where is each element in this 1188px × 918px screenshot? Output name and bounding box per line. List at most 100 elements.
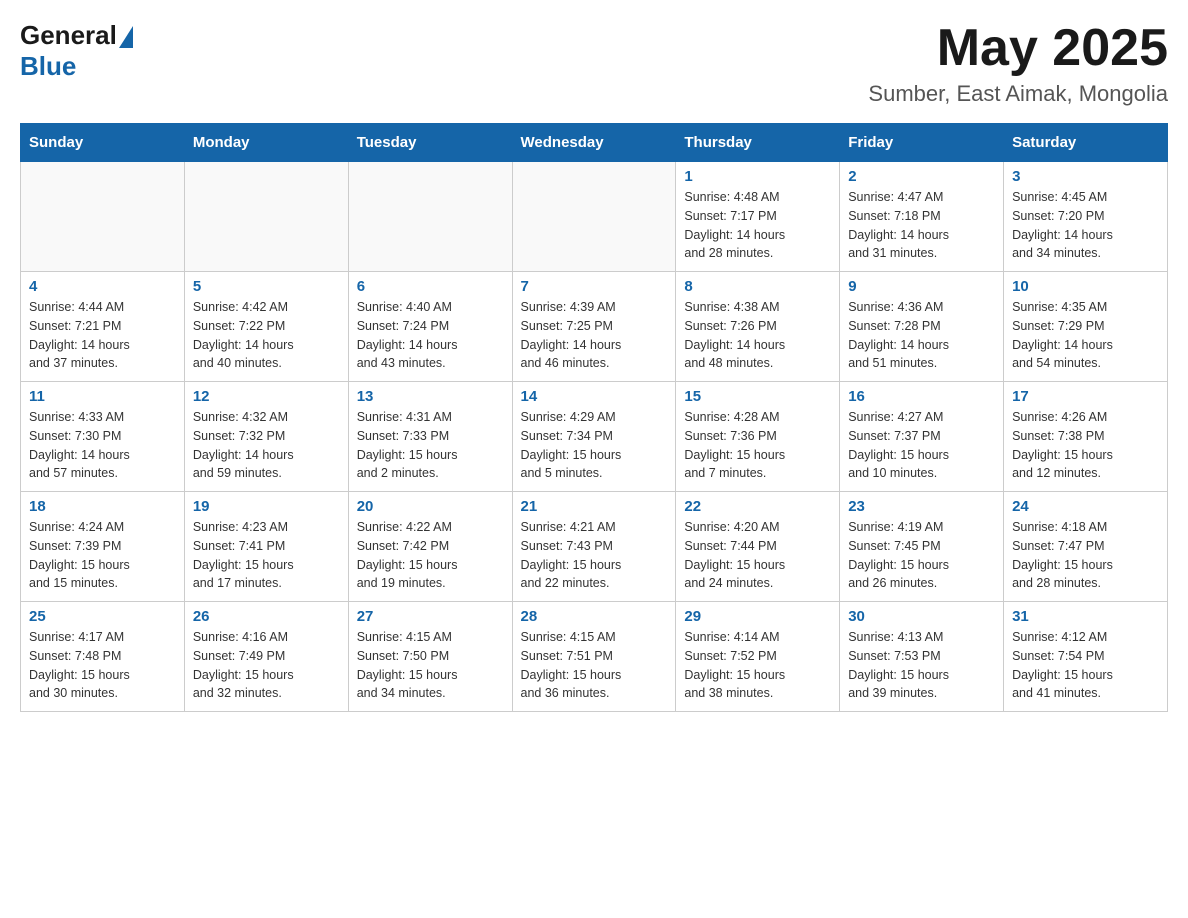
day-number: 1 [684,168,831,185]
day-info: Sunrise: 4:24 AM Sunset: 7:39 PM Dayligh… [29,518,176,593]
weekday-header-monday: Monday [184,124,348,162]
calendar-cell: 19 Sunrise: 4:23 AM Sunset: 7:41 PM Dayli… [184,492,348,602]
calendar-cell: 22 Sunrise: 4:20 AM Sunset: 7:44 PM Dayli… [676,492,840,602]
day-number: 10 [1012,278,1159,295]
calendar-week-row: 4 Sunrise: 4:44 AM Sunset: 7:21 PM Daylig… [21,272,1168,382]
location-subtitle: Sumber, East Aimak, Mongolia [868,81,1168,107]
weekday-header-thursday: Thursday [676,124,840,162]
calendar-cell: 9 Sunrise: 4:36 AM Sunset: 7:28 PM Daylig… [840,272,1004,382]
calendar-cell: 5 Sunrise: 4:42 AM Sunset: 7:22 PM Daylig… [184,272,348,382]
calendar-cell: 23 Sunrise: 4:19 AM Sunset: 7:45 PM Dayli… [840,492,1004,602]
calendar-table: SundayMondayTuesdayWednesdayThursdayFrid… [20,123,1168,712]
day-number: 13 [357,388,504,405]
day-info: Sunrise: 4:20 AM Sunset: 7:44 PM Dayligh… [684,518,831,593]
calendar-cell [348,162,512,272]
day-info: Sunrise: 4:22 AM Sunset: 7:42 PM Dayligh… [357,518,504,593]
day-number: 6 [357,278,504,295]
weekday-header-tuesday: Tuesday [348,124,512,162]
weekday-header-saturday: Saturday [1004,124,1168,162]
day-number: 9 [848,278,995,295]
logo-blue-text: Blue [20,51,76,82]
day-number: 15 [684,388,831,405]
day-info: Sunrise: 4:31 AM Sunset: 7:33 PM Dayligh… [357,408,504,483]
day-number: 7 [521,278,668,295]
day-info: Sunrise: 4:27 AM Sunset: 7:37 PM Dayligh… [848,408,995,483]
calendar-cell: 13 Sunrise: 4:31 AM Sunset: 7:33 PM Dayli… [348,382,512,492]
calendar-cell: 15 Sunrise: 4:28 AM Sunset: 7:36 PM Dayli… [676,382,840,492]
day-number: 21 [521,498,668,515]
calendar-week-row: 11 Sunrise: 4:33 AM Sunset: 7:30 PM Dayli… [21,382,1168,492]
calendar-cell: 17Sunrise: 4:26 AM Sunset: 7:38 PM Dayli… [1004,382,1168,492]
calendar-cell [512,162,676,272]
day-info: Sunrise: 4:29 AM Sunset: 7:34 PM Dayligh… [521,408,668,483]
calendar-cell: 8Sunrise: 4:38 AM Sunset: 7:26 PM Daylig… [676,272,840,382]
calendar-cell: 12 Sunrise: 4:32 AM Sunset: 7:32 PM Dayli… [184,382,348,492]
day-info: Sunrise: 4:40 AM Sunset: 7:24 PM Dayligh… [357,298,504,373]
day-info: Sunrise: 4:15 AM Sunset: 7:51 PM Dayligh… [521,628,668,703]
day-number: 23 [848,498,995,515]
day-info: Sunrise: 4:42 AM Sunset: 7:22 PM Dayligh… [193,298,340,373]
day-number: 19 [193,498,340,515]
day-info: Sunrise: 4:14 AM Sunset: 7:52 PM Dayligh… [684,628,831,703]
day-info: Sunrise: 4:35 AM Sunset: 7:29 PM Dayligh… [1012,298,1159,373]
calendar-cell: 28 Sunrise: 4:15 AM Sunset: 7:51 PM Dayli… [512,602,676,712]
day-number: 22 [684,498,831,515]
calendar-header-row: SundayMondayTuesdayWednesdayThursdayFrid… [21,124,1168,162]
day-number: 28 [521,608,668,625]
day-info: Sunrise: 4:36 AM Sunset: 7:28 PM Dayligh… [848,298,995,373]
day-info: Sunrise: 4:28 AM Sunset: 7:36 PM Dayligh… [684,408,831,483]
calendar-cell: 30Sunrise: 4:13 AM Sunset: 7:53 PM Dayli… [840,602,1004,712]
day-number: 2 [848,168,995,185]
day-number: 12 [193,388,340,405]
weekday-header-friday: Friday [840,124,1004,162]
logo-triangle-icon [119,26,133,48]
day-info: Sunrise: 4:44 AM Sunset: 7:21 PM Dayligh… [29,298,176,373]
day-info: Sunrise: 4:17 AM Sunset: 7:48 PM Dayligh… [29,628,176,703]
day-info: Sunrise: 4:38 AM Sunset: 7:26 PM Dayligh… [684,298,831,373]
weekday-header-sunday: Sunday [21,124,185,162]
day-number: 17 [1012,388,1159,405]
day-number: 27 [357,608,504,625]
day-number: 29 [684,608,831,625]
day-info: Sunrise: 4:48 AM Sunset: 7:17 PM Dayligh… [684,188,831,263]
calendar-cell: 14Sunrise: 4:29 AM Sunset: 7:34 PM Dayli… [512,382,676,492]
day-info: Sunrise: 4:13 AM Sunset: 7:53 PM Dayligh… [848,628,995,703]
day-info: Sunrise: 4:12 AM Sunset: 7:54 PM Dayligh… [1012,628,1159,703]
calendar-cell [21,162,185,272]
calendar-cell: 21 Sunrise: 4:21 AM Sunset: 7:43 PM Dayli… [512,492,676,602]
day-info: Sunrise: 4:47 AM Sunset: 7:18 PM Dayligh… [848,188,995,263]
day-number: 26 [193,608,340,625]
day-info: Sunrise: 4:21 AM Sunset: 7:43 PM Dayligh… [521,518,668,593]
month-year-title: May 2025 [868,20,1168,77]
day-info: Sunrise: 4:33 AM Sunset: 7:30 PM Dayligh… [29,408,176,483]
calendar-cell: 27Sunrise: 4:15 AM Sunset: 7:50 PM Dayli… [348,602,512,712]
day-number: 4 [29,278,176,295]
day-number: 24 [1012,498,1159,515]
calendar-cell: 16Sunrise: 4:27 AM Sunset: 7:37 PM Dayli… [840,382,1004,492]
calendar-cell: 4 Sunrise: 4:44 AM Sunset: 7:21 PM Daylig… [21,272,185,382]
calendar-cell: 6 Sunrise: 4:40 AM Sunset: 7:24 PM Daylig… [348,272,512,382]
day-number: 11 [29,388,176,405]
calendar-cell: 7Sunrise: 4:39 AM Sunset: 7:25 PM Daylig… [512,272,676,382]
calendar-week-row: 1 Sunrise: 4:48 AM Sunset: 7:17 PM Daylig… [21,162,1168,272]
calendar-cell: 11 Sunrise: 4:33 AM Sunset: 7:30 PM Dayli… [21,382,185,492]
calendar-week-row: 25Sunrise: 4:17 AM Sunset: 7:48 PM Dayli… [21,602,1168,712]
day-number: 5 [193,278,340,295]
day-info: Sunrise: 4:23 AM Sunset: 7:41 PM Dayligh… [193,518,340,593]
title-section: May 2025 Sumber, East Aimak, Mongolia [868,20,1168,107]
logo: General Blue [20,20,133,82]
calendar-cell: 31Sunrise: 4:12 AM Sunset: 7:54 PM Dayli… [1004,602,1168,712]
day-info: Sunrise: 4:16 AM Sunset: 7:49 PM Dayligh… [193,628,340,703]
calendar-cell: 1 Sunrise: 4:48 AM Sunset: 7:17 PM Daylig… [676,162,840,272]
calendar-cell: 29 Sunrise: 4:14 AM Sunset: 7:52 PM Dayli… [676,602,840,712]
day-number: 3 [1012,168,1159,185]
calendar-week-row: 18 Sunrise: 4:24 AM Sunset: 7:39 PM Dayli… [21,492,1168,602]
calendar-cell: 18 Sunrise: 4:24 AM Sunset: 7:39 PM Dayli… [21,492,185,602]
calendar-cell: 20Sunrise: 4:22 AM Sunset: 7:42 PM Dayli… [348,492,512,602]
day-info: Sunrise: 4:32 AM Sunset: 7:32 PM Dayligh… [193,408,340,483]
day-info: Sunrise: 4:45 AM Sunset: 7:20 PM Dayligh… [1012,188,1159,263]
day-number: 18 [29,498,176,515]
calendar-cell: 10 Sunrise: 4:35 AM Sunset: 7:29 PM Dayli… [1004,272,1168,382]
calendar-cell: 26 Sunrise: 4:16 AM Sunset: 7:49 PM Dayli… [184,602,348,712]
day-info: Sunrise: 4:19 AM Sunset: 7:45 PM Dayligh… [848,518,995,593]
